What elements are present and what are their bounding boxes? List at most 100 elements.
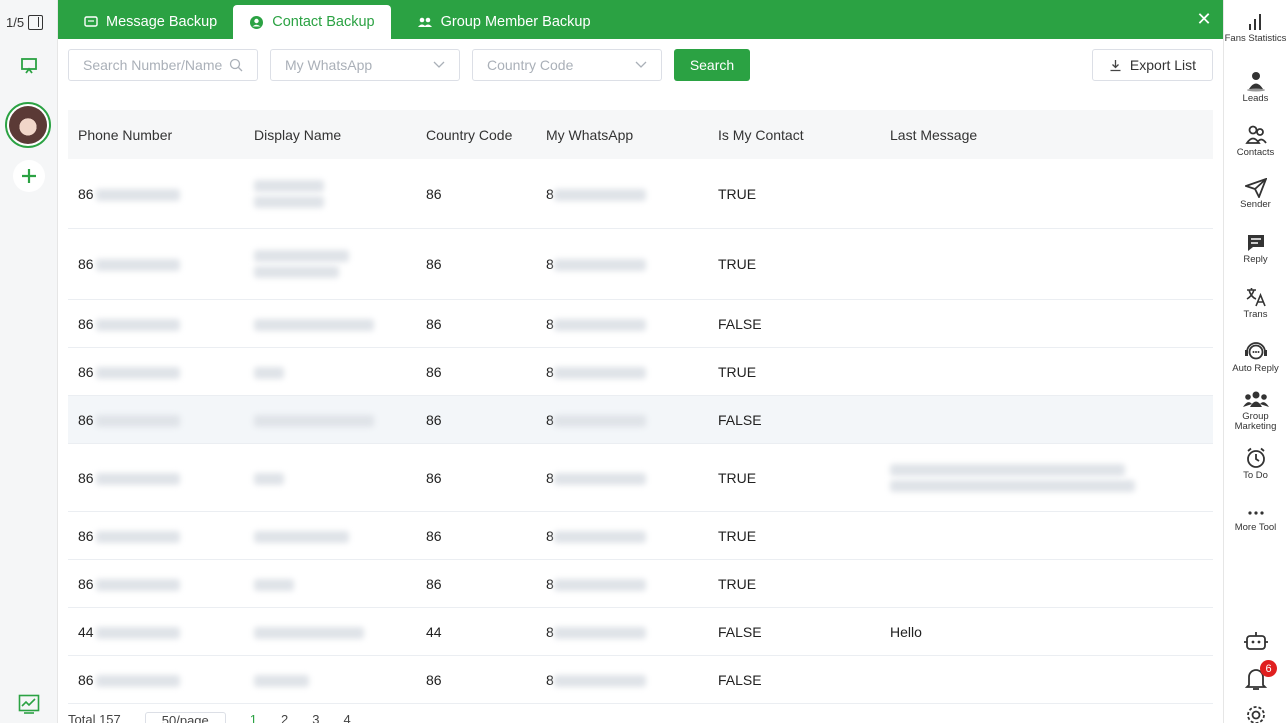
phone-prefix: 86 — [78, 411, 94, 428]
redacted-value — [254, 266, 339, 278]
col-last-message[interactable]: Last Message — [880, 127, 1213, 143]
cell-display-name — [244, 576, 416, 592]
page-1[interactable]: 1 — [250, 712, 257, 723]
close-icon[interactable]: ✕ — [1193, 8, 1215, 30]
redacted-value — [890, 479, 1135, 492]
table-row[interactable]: 86 86 8 TRUE — [68, 560, 1213, 608]
col-phone-number[interactable]: Phone Number — [68, 127, 244, 143]
my-whatsapp-select[interactable]: My WhatsApp — [270, 49, 460, 81]
cell-country-code: 86 — [426, 469, 442, 486]
redacted-value — [553, 626, 646, 639]
tool-group-marketing[interactable]: Group Marketing — [1224, 390, 1286, 432]
cell-is-my-contact: TRUE — [718, 185, 757, 202]
tab-label: Contact Backup — [272, 14, 375, 30]
col-is-my-contact[interactable]: Is My Contact — [708, 127, 880, 143]
cell-phone-number: 86 — [68, 528, 244, 544]
cell-country-code: 86 — [426, 315, 442, 332]
cell-my-whatsapp: 8 — [536, 672, 708, 688]
country-placeholder: Country Code — [487, 57, 574, 73]
cell-country-code: 86 — [426, 185, 442, 202]
add-account-button[interactable] — [13, 160, 45, 192]
page-2[interactable]: 2 — [281, 712, 288, 723]
redacted-value — [254, 195, 324, 208]
settings-button[interactable] — [1224, 704, 1286, 723]
phone-prefix: 86 — [78, 575, 94, 592]
col-country-code[interactable]: Country Code — [416, 127, 536, 143]
cell-phone-number: 86 — [68, 470, 244, 486]
cell-phone-number: 86 — [68, 186, 244, 202]
phone-prefix: 44 — [78, 623, 94, 640]
page-indicator[interactable]: 1/5 — [6, 15, 44, 30]
tool-fans-statistics[interactable]: Fans Statistics — [1224, 12, 1286, 44]
user-circle-icon — [250, 15, 264, 29]
cell-my-whatsapp: 8 — [536, 186, 708, 202]
tool-auto-reply[interactable]: Auto Reply — [1224, 340, 1286, 374]
tool-trans[interactable]: Trans — [1224, 286, 1286, 320]
tab-label: Group Member Backup — [440, 14, 591, 30]
page-4[interactable]: 4 — [343, 712, 350, 723]
reply-icon — [1247, 235, 1264, 251]
cell-my-whatsapp: 8 — [536, 624, 708, 640]
redacted-value — [95, 472, 180, 485]
analytics-icon[interactable] — [13, 688, 45, 720]
tab-message-backup[interactable]: Message Backup — [58, 5, 233, 39]
table-row[interactable]: 86 86 8 TRUE — [68, 229, 1213, 300]
tool-to-do[interactable]: To Do — [1224, 447, 1286, 481]
contacts-table: Phone Number Display Name Country Code M… — [68, 110, 1213, 704]
redacted-value — [95, 318, 180, 331]
cell-display-name — [244, 672, 416, 688]
tab-contact-backup[interactable]: Contact Backup — [233, 5, 391, 39]
redacted-value — [95, 530, 180, 543]
redacted-value — [254, 626, 364, 639]
cell-last-message: Hello — [890, 623, 922, 640]
page-3[interactable]: 3 — [312, 712, 319, 723]
cell-is-my-contact: TRUE — [718, 527, 757, 544]
cell-phone-number: 44 — [68, 624, 244, 640]
table-row[interactable]: 86 86 8 TRUE — [68, 348, 1213, 396]
table-row[interactable]: 44 44 8 FALSE Hello — [68, 608, 1213, 656]
tool-reply[interactable]: Reply — [1224, 233, 1286, 265]
table-row[interactable]: 86 86 8 FALSE — [68, 656, 1213, 704]
tool-sender[interactable]: Sender — [1224, 178, 1286, 210]
robot-icon — [1243, 632, 1268, 650]
cell-display-name — [244, 412, 416, 428]
table-row[interactable]: 86 86 8 TRUE — [68, 159, 1213, 229]
cell-is-my-contact: TRUE — [718, 256, 757, 272]
col-my-whatsapp[interactable]: My WhatsApp — [536, 127, 708, 143]
redacted-value — [254, 179, 324, 192]
table-row[interactable]: 86 86 8 FALSE — [68, 396, 1213, 444]
cell-my-whatsapp: 8 — [536, 528, 708, 544]
table-row[interactable]: 86 86 8 TRUE — [68, 444, 1213, 512]
table-row[interactable]: 86 86 8 FALSE — [68, 300, 1213, 348]
send-icon — [1244, 178, 1267, 198]
cell-my-whatsapp: 8 — [536, 364, 708, 380]
table-row[interactable]: 86 86 8 TRUE — [68, 512, 1213, 560]
col-display-name[interactable]: Display Name — [244, 127, 416, 143]
account-avatar[interactable] — [5, 102, 51, 148]
redacted-value — [95, 626, 180, 639]
country-code-select[interactable]: Country Code — [472, 49, 662, 81]
bot-button[interactable] — [1224, 630, 1286, 654]
cell-phone-number: 86 — [68, 364, 244, 380]
redacted-value — [254, 414, 374, 427]
page-size-select[interactable]: 50/page — [144, 712, 226, 723]
tool-leads[interactable]: Leads — [1224, 70, 1286, 104]
cell-country-code: 86 — [426, 256, 442, 272]
search-input[interactable]: Search Number/Name — [68, 49, 258, 81]
tool-more[interactable]: More Tool — [1224, 505, 1286, 533]
redacted-value — [553, 259, 646, 272]
notifications-button[interactable]: 6 — [1224, 660, 1286, 694]
search-button[interactable]: Search — [674, 49, 750, 81]
export-list-button[interactable]: Export List — [1092, 49, 1213, 81]
tool-contacts[interactable]: Contacts — [1224, 124, 1286, 158]
redacted-value — [254, 318, 374, 331]
tab-group-member-backup[interactable]: Group Member Backup — [391, 5, 607, 39]
redacted-value — [553, 472, 646, 485]
cell-country-code: 86 — [426, 671, 442, 688]
chevron-down-icon — [433, 61, 445, 68]
panel-toggle-icon[interactable] — [28, 15, 44, 30]
total-count: Total 157 — [68, 712, 121, 723]
table-header: Phone Number Display Name Country Code M… — [68, 110, 1213, 159]
cell-is-my-contact: FALSE — [718, 671, 762, 688]
monitor-icon[interactable] — [13, 50, 45, 82]
